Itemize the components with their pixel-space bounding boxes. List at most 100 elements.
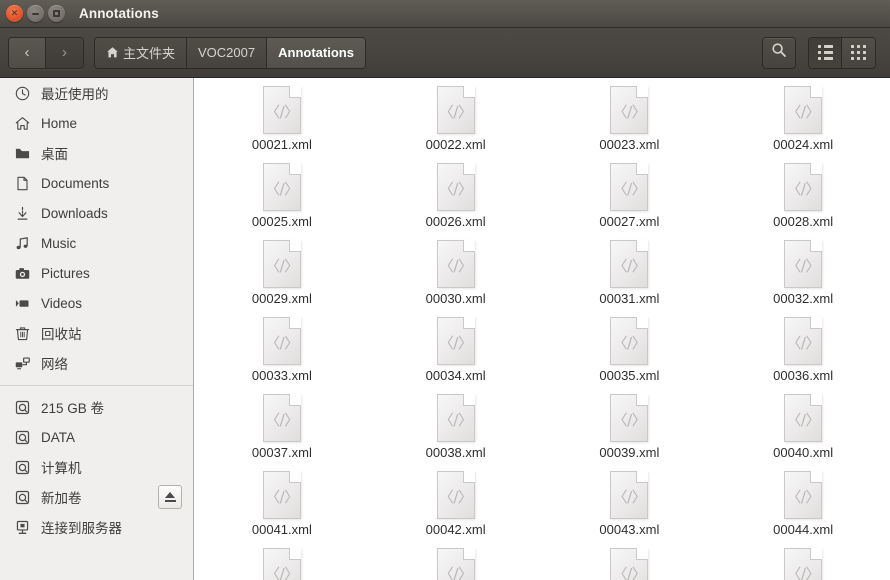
sidebar-item-label: 新加卷 [41, 491, 82, 506]
sidebar-item-new-volume[interactable]: 新加卷 [0, 482, 193, 512]
file-item[interactable]: 〈/〉 00038.xml [369, 394, 543, 471]
sidebar-item-home[interactable]: Home [0, 108, 193, 138]
file-item[interactable]: 〈/〉 00029.xml [195, 240, 369, 317]
search-button[interactable] [762, 36, 796, 69]
code-glyph: 〈/〉 [612, 102, 647, 121]
breadcrumb-item-home[interactable]: 主文件夹 [95, 37, 188, 68]
toolbar-right-group [762, 36, 882, 69]
sidebar-item-downloads[interactable]: Downloads [0, 198, 193, 228]
sidebar-item-label: Documents [41, 175, 110, 191]
forward-button[interactable]: › [46, 37, 83, 68]
xml-file-icon: 〈/〉 [610, 163, 649, 211]
xml-file-icon: 〈/〉 [436, 317, 475, 365]
sidebar-item-desktop[interactable]: 桌面 [0, 138, 193, 168]
xml-file-icon: 〈/〉 [262, 317, 301, 365]
sidebar-item-label: Videos [41, 295, 83, 311]
code-glyph: 〈/〉 [786, 102, 820, 121]
file-manager-window: ✕ Annotations ‹ › 主文件夹 VOC2007 Annotatio… [0, 0, 890, 580]
file-item[interactable]: 〈/〉00046.xml [369, 548, 543, 580]
code-glyph: 〈/〉 [265, 410, 299, 429]
list-view-icon [817, 45, 833, 60]
file-item[interactable]: 〈/〉 00039.xml [543, 394, 717, 471]
code-glyph: 〈/〉 [438, 487, 473, 506]
file-item[interactable]: 〈/〉 00034.xml [369, 317, 543, 394]
minimize-button[interactable] [27, 5, 44, 22]
file-item[interactable]: 〈/〉 00036.xml [716, 317, 890, 394]
file-item[interactable]: 〈/〉 00042.xml [369, 471, 543, 548]
sidebar-item-documents[interactable]: Documents [0, 168, 193, 198]
file-item[interactable]: 〈/〉 00037.xml [195, 394, 369, 471]
breadcrumb-item-annotations[interactable]: Annotations [267, 37, 365, 68]
xml-file-icon: 〈/〉 [436, 240, 475, 288]
xml-file-icon: 〈/〉 [436, 548, 475, 580]
file-item[interactable]: 〈/〉 00021.xml [195, 86, 369, 163]
file-name-label: 00034.xml [425, 368, 486, 383]
file-list-view[interactable]: 〈/〉 00021.xml 〈/〉 00022.xml 〈/〉 00023.xml 〈/〉 0… [195, 78, 890, 580]
file-item[interactable]: 〈/〉 00043.xml [543, 471, 717, 548]
code-glyph: 〈/〉 [438, 102, 473, 121]
file-item[interactable]: 〈/〉 00026.xml [369, 163, 543, 240]
file-item[interactable]: 〈/〉 00033.xml [195, 317, 369, 394]
minimize-icon [32, 12, 39, 15]
sidebar-item-computer[interactable]: 计算机 [0, 452, 193, 482]
file-item[interactable]: 〈/〉00047.xml [543, 548, 717, 580]
sidebar-separator [0, 385, 193, 386]
sidebar-item-label: 网络 [41, 357, 68, 372]
file-item[interactable]: 〈/〉 00044.xml [716, 471, 890, 548]
file-item[interactable]: 〈/〉 00027.xml [543, 163, 717, 240]
code-glyph: 〈/〉 [786, 410, 820, 429]
view-mode-buttons [808, 36, 876, 69]
sidebar-item-network[interactable]: 网络 [0, 348, 193, 378]
xml-file-icon: 〈/〉 [262, 548, 301, 580]
close-icon: ✕ [10, 8, 19, 18]
code-glyph: 〈/〉 [612, 487, 647, 506]
sidebar[interactable]: 最近使用的 Home 桌面 Documents Downloads Music … [0, 78, 194, 580]
file-name-label: 00039.xml [599, 445, 660, 460]
sidebar-item-volume-data[interactable]: DATA [0, 422, 193, 452]
file-item[interactable]: 〈/〉 00041.xml [195, 471, 369, 548]
file-item[interactable]: 〈/〉00048.xml [716, 548, 890, 580]
file-item[interactable]: 〈/〉 00022.xml [369, 86, 543, 163]
file-item[interactable]: 〈/〉 00031.xml [543, 240, 717, 317]
grid-view-button[interactable] [842, 37, 875, 68]
sidebar-item-music[interactable]: Music [0, 228, 193, 258]
sidebar-item-volume-215gb[interactable]: 215 GB 卷 [0, 392, 193, 422]
file-item[interactable]: 〈/〉 00032.xml [716, 240, 890, 317]
file-item[interactable]: 〈/〉 00025.xml [195, 163, 369, 240]
code-glyph: 〈/〉 [786, 564, 820, 580]
document-icon [14, 175, 30, 191]
breadcrumb-item-voc2007[interactable]: VOC2007 [187, 37, 268, 68]
eject-button[interactable] [158, 485, 182, 509]
code-glyph: 〈/〉 [612, 410, 647, 429]
xml-file-icon: 〈/〉 [610, 471, 649, 519]
file-name-label: 00043.xml [599, 522, 660, 537]
file-item[interactable]: 〈/〉00045.xml [195, 548, 369, 580]
close-button[interactable]: ✕ [6, 5, 23, 22]
list-view-button[interactable] [809, 37, 842, 68]
sidebar-item-connect-to-server[interactable]: 连接到服务器 [0, 512, 193, 542]
code-glyph: 〈/〉 [265, 333, 299, 352]
sidebar-item-pictures[interactable]: Pictures [0, 258, 193, 288]
maximize-button[interactable] [48, 5, 65, 22]
file-name-label: 00038.xml [425, 445, 486, 460]
sidebar-item-trash[interactable]: 回收站 [0, 318, 193, 348]
back-button[interactable]: ‹ [9, 37, 46, 68]
file-name-label: 00028.xml [773, 214, 834, 229]
file-item[interactable]: 〈/〉 00028.xml [716, 163, 890, 240]
folder-icon [14, 145, 30, 161]
file-item[interactable]: 〈/〉 00040.xml [716, 394, 890, 471]
file-item[interactable]: 〈/〉 00023.xml [543, 86, 717, 163]
code-glyph: 〈/〉 [265, 102, 299, 121]
server-icon [14, 519, 30, 535]
file-item[interactable]: 〈/〉 00024.xml [716, 86, 890, 163]
sidebar-item-recent[interactable]: 最近使用的 [0, 78, 193, 108]
code-glyph: 〈/〉 [265, 256, 299, 275]
xml-file-icon: 〈/〉 [610, 548, 649, 580]
file-item[interactable]: 〈/〉 00030.xml [369, 240, 543, 317]
breadcrumb-label: 主文件夹 [123, 46, 176, 61]
sidebar-item-videos[interactable]: Videos [0, 288, 193, 318]
file-item[interactable]: 〈/〉 00035.xml [543, 317, 717, 394]
code-glyph: 〈/〉 [786, 256, 820, 275]
xml-file-icon: 〈/〉 [784, 317, 823, 365]
chevron-right-icon: › [62, 44, 67, 61]
